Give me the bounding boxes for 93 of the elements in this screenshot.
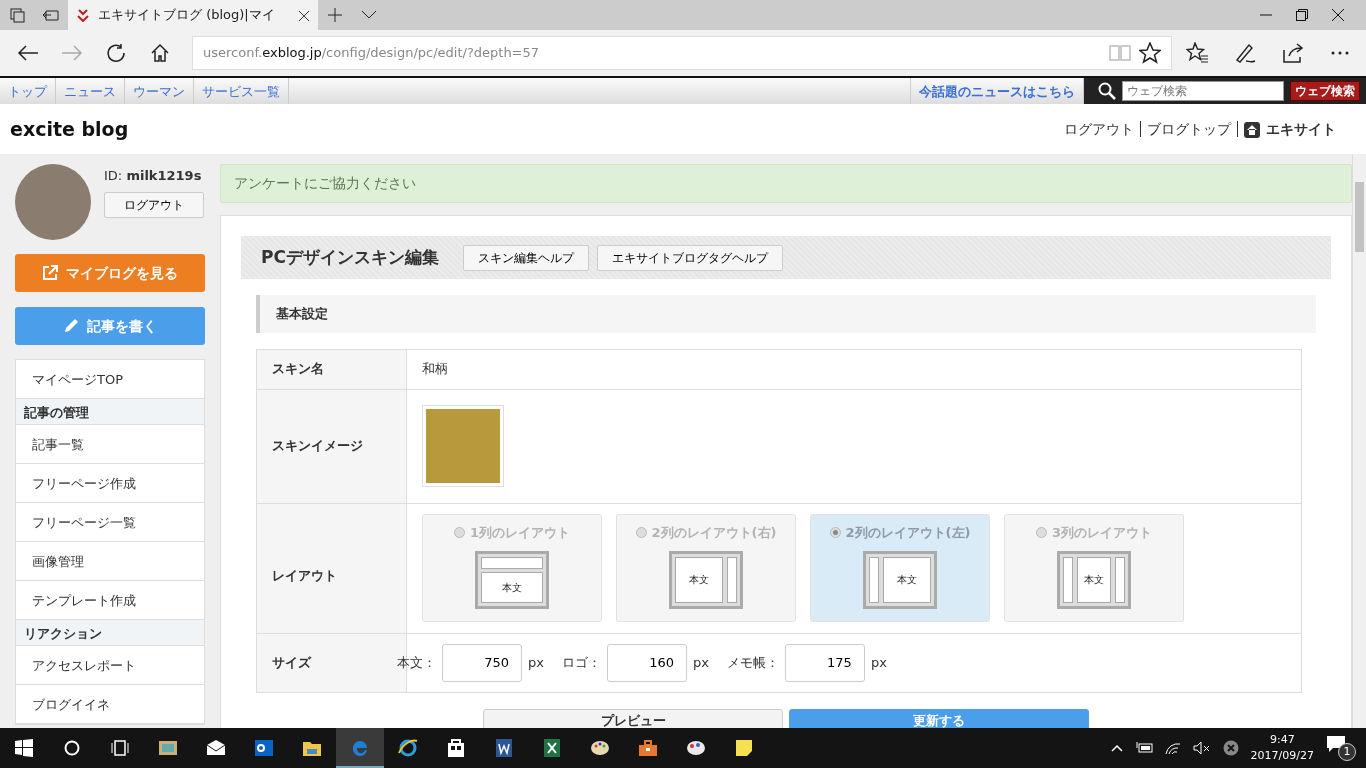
ie-icon [397, 737, 419, 759]
layout-option-label: 1列のレイアウト [469, 524, 570, 542]
error-circle-icon[interactable] [1222, 740, 1239, 756]
unit-label: px [870, 653, 887, 672]
share-icon[interactable] [1282, 42, 1304, 64]
excel-icon [541, 737, 563, 759]
user-id: milk1219s [126, 168, 202, 183]
outlook-icon [253, 737, 275, 759]
close-icon[interactable] [298, 9, 310, 22]
size-label: メモ帳： [726, 653, 779, 672]
notification-icon[interactable] [1326, 734, 1346, 753]
sticky-note-icon [733, 737, 755, 759]
tab-title: エキサイトブログ (blog)|マイ [98, 6, 275, 25]
help-button[interactable]: スキン編集ヘルプ [462, 244, 589, 271]
field-label: スキンイメージ [257, 389, 407, 503]
logout-button[interactable]: ログアウト [104, 192, 204, 218]
search-circle-icon[interactable] [64, 740, 80, 756]
body-label: 本文 [1084, 573, 1104, 587]
menu-item[interactable]: フリーページ一覧 [16, 503, 204, 542]
menu-item[interactable]: フリーページ作成 [16, 464, 204, 503]
favorites-list-icon[interactable] [1186, 42, 1208, 64]
size-label: 本文： [397, 653, 436, 672]
column-block [481, 556, 543, 569]
field-label: スキン名 [257, 349, 407, 389]
unit-label: px [528, 653, 544, 672]
search-icon[interactable] [1098, 82, 1116, 100]
home-icon[interactable] [1244, 121, 1260, 138]
page-title: PCデザインスキン編集 [261, 245, 439, 269]
notification-count: 1 [1338, 743, 1356, 761]
battery-icon[interactable] [1134, 742, 1153, 754]
windows-start-icon[interactable] [15, 739, 33, 757]
pen-icon[interactable] [1234, 42, 1256, 64]
tab-preview-icon[interactable] [9, 7, 25, 23]
field-label: サイズ [272, 653, 311, 672]
preview-button[interactable]: プレビュー [483, 708, 783, 728]
menu-heading: リアクション [16, 620, 204, 646]
header-link[interactable]: エキサイト [1266, 118, 1336, 140]
scrollbar[interactable] [1352, 154, 1366, 728]
section-heading: 基本設定 [256, 295, 1316, 333]
star-icon[interactable] [1139, 42, 1161, 64]
column-block [1115, 556, 1125, 603]
survey-alert[interactable]: アンケートにご協力ください [220, 164, 1352, 203]
back-arrow-icon [17, 44, 39, 62]
menu-heading: 記事の管理 [16, 399, 204, 425]
layout-option-label: 2列のレイアウト(右) [651, 524, 777, 542]
browser-tab[interactable]: エキサイトブログ (blog)|マイ [68, 0, 318, 30]
field-label: レイアウト [272, 567, 337, 586]
layout-option-label: 3列のレイアウト [1051, 524, 1152, 542]
chevron-up-icon[interactable] [1110, 744, 1123, 752]
external-link-icon [42, 265, 58, 281]
layout-option-label: 2列のレイアウト(左) [845, 524, 971, 542]
web-search-button[interactable]: ウェブ検索 [1290, 81, 1360, 101]
close-icon[interactable] [1332, 9, 1344, 21]
menu-item[interactable]: 画像管理 [16, 542, 204, 581]
help-button[interactable]: エキサイトブログタグヘルプ [596, 244, 783, 271]
new-tab-icon[interactable] [327, 7, 343, 23]
restore-icon[interactable] [1296, 9, 1308, 21]
skin-name: 和柄 [422, 360, 448, 379]
favicon-icon [76, 8, 90, 22]
column-block [1063, 556, 1073, 603]
refresh-icon [106, 43, 126, 63]
forward-arrow-icon [61, 44, 83, 62]
body-label: 本文 [689, 573, 709, 587]
id-label: ID: [104, 168, 123, 183]
word-icon [493, 737, 515, 759]
size-label: ロゴ： [561, 653, 601, 672]
menu-item[interactable]: 記事一覧 [16, 425, 204, 464]
column-block [869, 556, 879, 603]
header-link[interactable]: ログアウト [1064, 118, 1134, 140]
set-aside-tabs-icon[interactable] [42, 8, 60, 22]
address-field[interactable]: userconf.exblog.jp/config/design/pc/edit/?depth=57 [192, 36, 1172, 70]
menu-item[interactable]: アクセスレポート [16, 646, 204, 685]
more-icon[interactable] [1330, 50, 1350, 56]
store-icon [445, 737, 467, 759]
body-label: 本文 [897, 573, 917, 587]
muted-speaker-icon[interactable] [1192, 741, 1211, 755]
site-logo[interactable]: excite blog [10, 114, 129, 144]
clock[interactable]: 9:47 2017/09/27 [1250, 731, 1314, 765]
task-view-icon[interactable] [110, 740, 130, 756]
wifi-icon[interactable] [1164, 741, 1181, 755]
unit-label: px [692, 653, 709, 672]
size-input[interactable]: 175 [784, 643, 865, 682]
chevron-down-icon[interactable] [361, 10, 377, 20]
column-block [727, 556, 737, 603]
size-input[interactable]: 750 [442, 643, 522, 682]
header-link[interactable]: ブログトップ [1147, 118, 1231, 140]
size-input[interactable]: 160 [606, 643, 687, 682]
home-icon [150, 43, 170, 63]
web-search-field[interactable]: ウェブ検索 [1122, 81, 1284, 101]
menu-item[interactable]: ブログイイネ [16, 685, 204, 724]
body-label: 本文 [502, 580, 522, 595]
pencil-icon [63, 318, 79, 334]
toolbox-icon [637, 737, 659, 759]
